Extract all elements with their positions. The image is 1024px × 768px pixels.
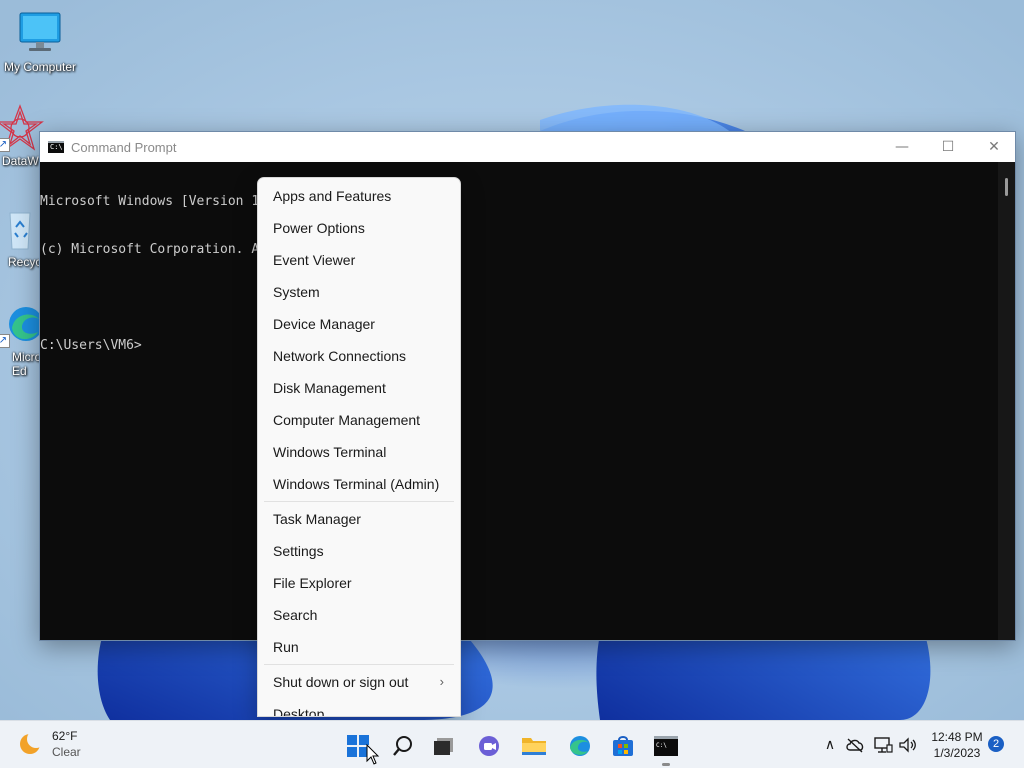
console-line: Microsoft Windows [Version 10.0.22000.10…: [40, 194, 377, 209]
recycle-bin-icon: [0, 205, 44, 253]
power-user-menu: Apps and Features Power Options Event Vi…: [257, 177, 461, 717]
chevron-up-icon: ∧: [824, 737, 836, 753]
show-hidden-icons-button[interactable]: ∧: [818, 721, 842, 768]
menu-item-disk-management[interactable]: Disk Management: [258, 372, 460, 404]
monitor-icon: [16, 10, 64, 58]
search-icon: [393, 736, 412, 756]
weather-temperature: 62°F: [52, 729, 78, 743]
svg-text:C:\: C:\: [656, 742, 667, 749]
clock-date: 1/3/2023: [933, 746, 981, 760]
minimize-button[interactable]: —: [879, 132, 925, 162]
clock-time: 12:48 PM: [931, 730, 983, 744]
menu-item-system[interactable]: System: [258, 276, 460, 308]
window-title: Command Prompt: [71, 139, 177, 155]
menu-separator: [264, 664, 454, 665]
menu-item-task-manager[interactable]: Task Manager: [258, 503, 460, 535]
store-button[interactable]: [603, 729, 643, 763]
network-button[interactable]: [871, 721, 895, 768]
scrollbar-thumb[interactable]: [1005, 178, 1008, 196]
desktop-icon-my-computer[interactable]: My Computer: [0, 10, 80, 74]
menu-item-search[interactable]: Search: [258, 599, 460, 631]
console-line: (c) Microsoft Corporation. A: [40, 242, 260, 257]
terminal-icon: C:\: [654, 736, 678, 756]
window-titlebar[interactable]: C:\ Command Prompt — ☐ ✕: [40, 132, 1015, 162]
onedrive-button[interactable]: [843, 721, 867, 768]
volume-button[interactable]: [896, 721, 920, 768]
file-explorer-icon: [522, 738, 546, 755]
edge-icon: [570, 736, 590, 756]
menu-item-device-manager[interactable]: Device Manager: [258, 308, 460, 340]
store-icon: [613, 736, 633, 756]
chevron-right-icon: ›: [439, 674, 444, 689]
menu-item-run[interactable]: Run: [258, 631, 460, 663]
desktop-icon-label: My Computer: [3, 60, 77, 74]
mouse-cursor-icon: [366, 744, 380, 765]
command-prompt-window[interactable]: C:\ Command Prompt — ☐ ✕ Microsoft Windo…: [39, 131, 1016, 641]
edge-button[interactable]: [559, 729, 599, 763]
speaker-icon: [899, 737, 916, 753]
weather-widget[interactable]: 62°F Clear: [16, 728, 81, 760]
menu-item-label: Shut down or sign out: [273, 674, 409, 690]
menu-item-desktop[interactable]: Desktop: [258, 698, 460, 716]
dataw-app-icon: ↗: [0, 104, 44, 152]
clock[interactable]: 12:48 PM 1/3/2023: [924, 729, 990, 761]
command-prompt-taskbar-button[interactable]: C:\: [646, 729, 686, 766]
menu-item-computer-management[interactable]: Computer Management: [258, 404, 460, 436]
maximize-button[interactable]: ☐: [925, 132, 971, 162]
shortcut-arrow-icon: ↗: [0, 138, 10, 152]
close-button[interactable]: ✕: [971, 132, 1017, 162]
menu-item-power-options[interactable]: Power Options: [258, 212, 460, 244]
menu-item-event-viewer[interactable]: Event Viewer: [258, 244, 460, 276]
chat-button[interactable]: [469, 729, 509, 763]
menu-item-apps-and-features[interactable]: Apps and Features: [258, 180, 460, 212]
menu-item-windows-terminal[interactable]: Windows Terminal: [258, 436, 460, 468]
network-icon: [874, 737, 893, 753]
shortcut-arrow-icon: ↗: [0, 334, 10, 348]
menu-item-file-explorer[interactable]: File Explorer: [258, 567, 460, 599]
command-prompt-icon: C:\: [48, 141, 64, 153]
taskbar: 62°F Clear C:\ ∧ 12:48 PM 1/3/2023: [0, 720, 1024, 768]
edge-icon: ↗: [0, 300, 44, 348]
vertical-scrollbar[interactable]: [998, 162, 1015, 640]
console-output[interactable]: Microsoft Windows [Version 10.0.22000.10…: [40, 162, 998, 640]
weather-condition: Clear: [52, 745, 81, 759]
moon-icon: [16, 730, 45, 758]
running-indicator: [662, 763, 670, 766]
search-button[interactable]: [383, 729, 423, 763]
notification-badge[interactable]: 2: [988, 736, 1004, 752]
file-explorer-button[interactable]: [514, 729, 554, 763]
menu-item-settings[interactable]: Settings: [258, 535, 460, 567]
task-view-icon: [434, 738, 453, 755]
menu-item-windows-terminal-admin[interactable]: Windows Terminal (Admin): [258, 468, 460, 500]
console-prompt: C:\Users\VM6>: [40, 338, 142, 353]
cloud-offline-icon: [846, 738, 864, 753]
menu-separator: [264, 501, 454, 502]
task-view-button[interactable]: [424, 729, 464, 763]
menu-item-shut-down-or-sign-out[interactable]: Shut down or sign out ›: [258, 666, 460, 698]
chat-icon: [479, 736, 499, 756]
desktop-icon-label: Micro Ed: [12, 350, 42, 378]
menu-item-network-connections[interactable]: Network Connections: [258, 340, 460, 372]
